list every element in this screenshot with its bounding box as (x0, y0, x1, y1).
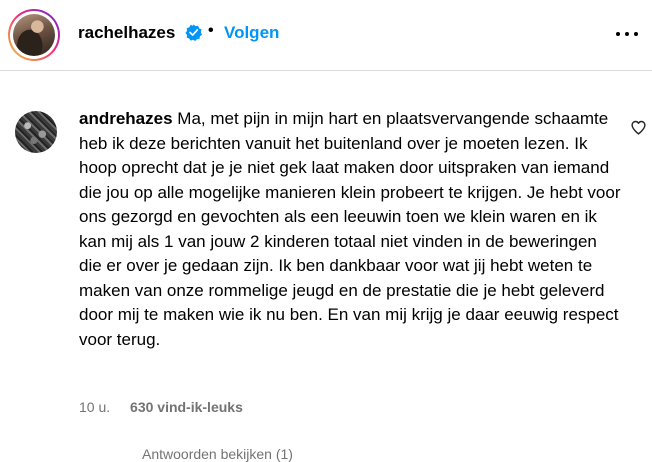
profile-avatar[interactable] (8, 9, 60, 61)
comment-meta: 10 u. 630 vind-ik-leuks (79, 399, 243, 415)
more-dot (625, 32, 629, 36)
post-header: rachelhazes • Volgen (0, 0, 652, 70)
more-options-icon[interactable] (612, 26, 642, 42)
view-replies-toggle[interactable]: Antwoorden bekijken (1) (142, 446, 293, 462)
comment-like-count[interactable]: 630 vind-ik-leuks (130, 399, 243, 415)
comment-text: Ma, met pijn in mijn hart en plaatsverva… (79, 109, 621, 349)
heart-icon[interactable] (630, 119, 647, 136)
comment-author[interactable]: andrehazes (79, 109, 173, 128)
header-divider (0, 70, 652, 71)
more-dot (634, 32, 638, 36)
comment-body: andrehazes Ma, met pijn in mijn hart en … (79, 107, 624, 352)
avatar-ring-inner (10, 11, 58, 59)
post-username[interactable]: rachelhazes (78, 23, 175, 43)
comment-timestamp[interactable]: 10 u. (79, 399, 110, 415)
view-replies-label: Antwoorden bekijken (1) (142, 446, 293, 462)
follow-button[interactable]: Volgen (224, 23, 279, 43)
separator-dot: • (208, 22, 214, 39)
verified-badge-icon (185, 24, 202, 41)
comment-avatar[interactable] (15, 111, 57, 153)
more-dot (616, 32, 620, 36)
avatar-photo (13, 14, 55, 56)
